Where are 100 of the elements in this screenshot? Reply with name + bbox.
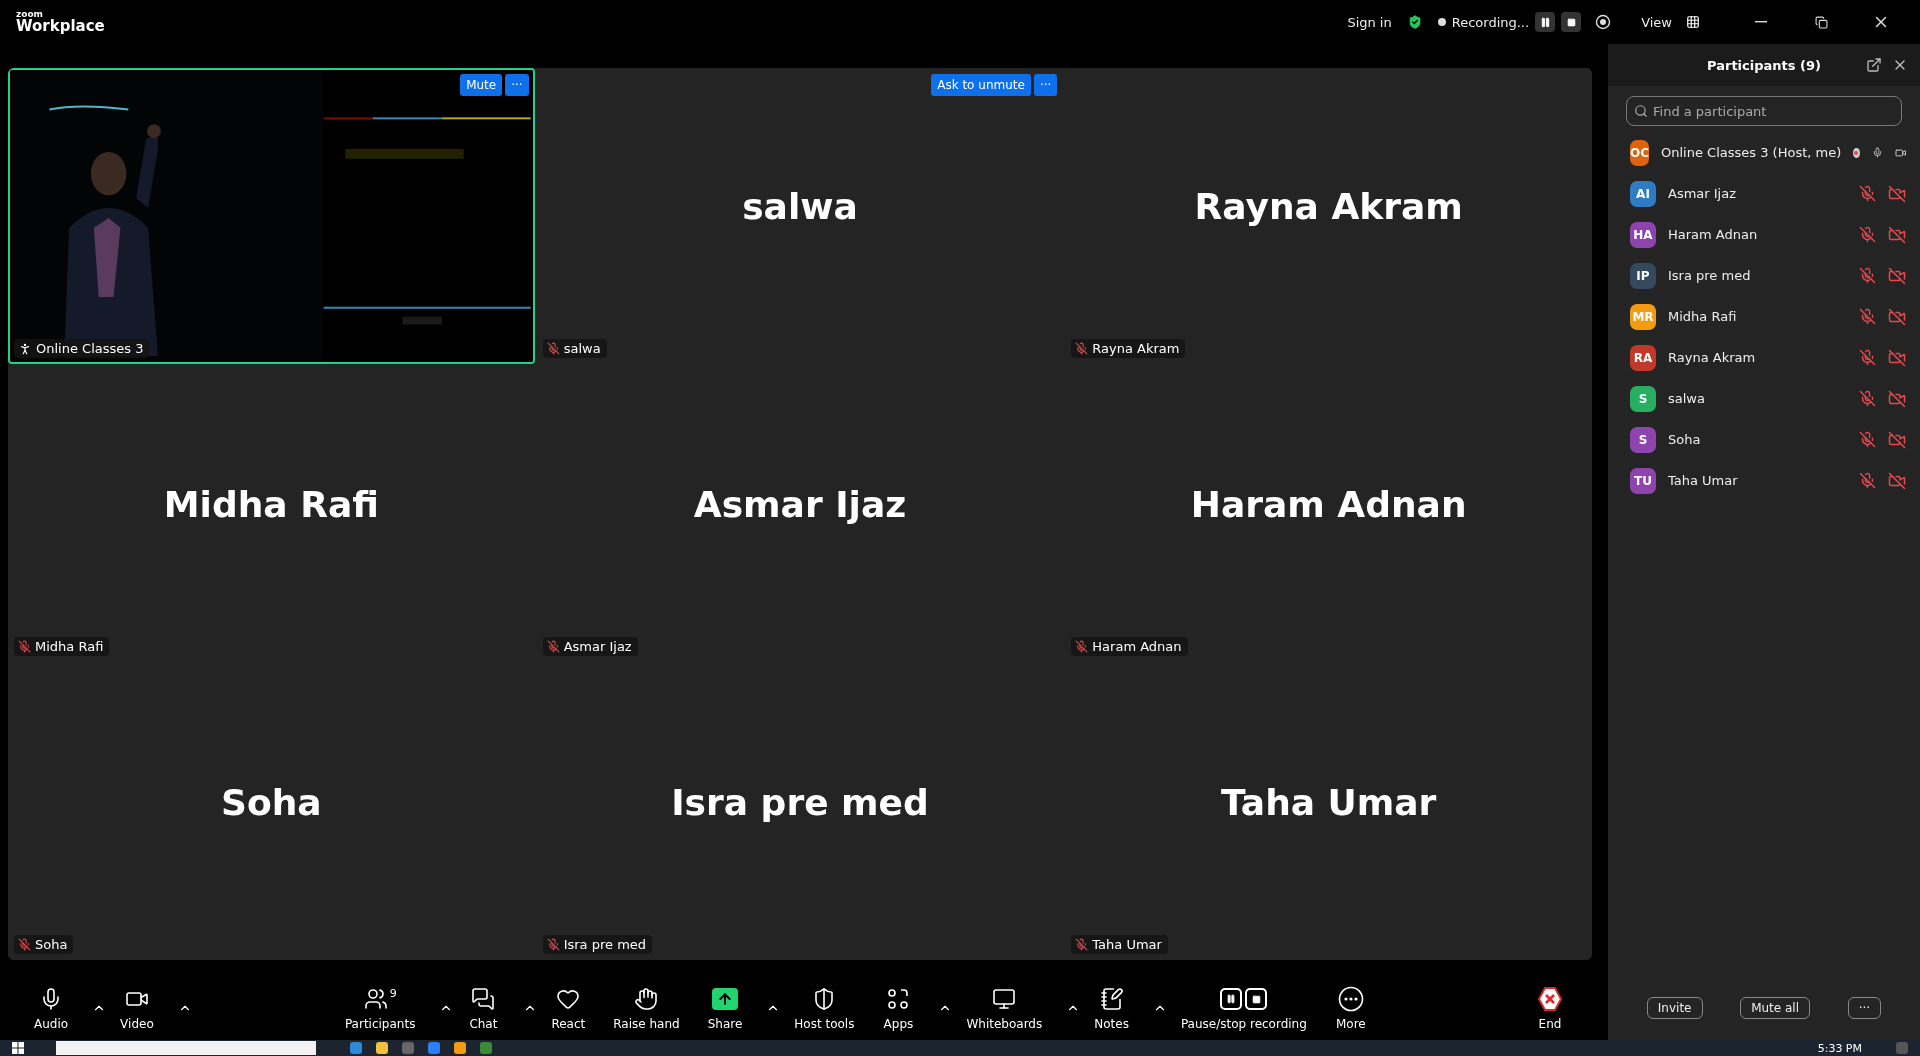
taskbar-clock: 5:33 PM (1817, 1042, 1862, 1054)
participant-count: 9 (389, 987, 397, 1000)
figure-icon (18, 341, 32, 356)
toolbar-button[interactable]: Notes (1080, 985, 1143, 1031)
people-icon (363, 987, 388, 1011)
participant-row[interactable]: RA Rayna Akram (1608, 337, 1920, 378)
participant-name: Asmar Ijaz (693, 483, 907, 525)
toolbar-button[interactable]: Audio (20, 985, 83, 1031)
pop-out-button[interactable] (1864, 55, 1884, 75)
panel-button[interactable]: Invite (1646, 997, 1703, 1019)
chat-icon (471, 987, 496, 1011)
toolbar-button[interactable]: React (537, 985, 600, 1031)
name-label: salwa (563, 341, 601, 356)
participant-row[interactable]: IP Isra pre med (1608, 255, 1920, 296)
participant-name: Midha Rafi (1668, 309, 1738, 324)
avatar: S (1630, 385, 1656, 412)
windows-logo-icon[interactable] (12, 1042, 24, 1054)
toolbar-button[interactable]: Video (106, 985, 168, 1031)
avatar: S (1630, 426, 1656, 453)
whiteboard-icon (992, 987, 1017, 1011)
participant-name: Taha Umar (1668, 473, 1739, 488)
avatar: HA (1630, 221, 1656, 248)
name-label: Asmar Ijaz (563, 639, 632, 654)
sign-in-link[interactable]: Sign in (1347, 14, 1392, 30)
stop-icon (1566, 17, 1576, 27)
pop-out-icon (1866, 57, 1882, 73)
participant-name: Isra pre med (1668, 268, 1752, 283)
participant-name: Asmar Ijaz (1668, 186, 1737, 201)
heart-icon (556, 987, 581, 1011)
participant-row[interactable]: S salwa (1608, 378, 1920, 419)
participant-name: Rayna Akram (1194, 185, 1463, 227)
panel-button[interactable]: Mute all (1740, 997, 1811, 1019)
toolbar-button[interactable]: 9 Participants (330, 985, 430, 1031)
name-label: Midha Rafi (35, 639, 104, 654)
end-button[interactable]: End (1520, 985, 1580, 1031)
taskbar-search-field[interactable] (56, 1041, 316, 1055)
panel-title: Participants (9) (1706, 57, 1822, 73)
toolbar-button[interactable]: Apps (868, 985, 929, 1031)
participant-row[interactable]: AI Asmar Ijaz (1608, 173, 1920, 214)
participant-name: Rayna Akram (1668, 350, 1757, 365)
toolbar-button[interactable]: Whiteboards (952, 985, 1057, 1031)
grid-icon (1686, 15, 1700, 29)
participant-name: Isra pre med (671, 781, 929, 823)
more-button[interactable]: ··· (1033, 74, 1058, 96)
avatar: RA (1630, 344, 1656, 371)
name-label: Rayna Akram (1092, 341, 1180, 356)
name-label: Isra pre med (563, 937, 647, 952)
tile-action-button[interactable]: Ask to unmute (931, 74, 1031, 96)
hand-icon (634, 987, 659, 1011)
participant-name: Haram Adnan (1668, 227, 1759, 242)
minimize-icon (1755, 21, 1767, 23)
avatar: TU (1630, 467, 1656, 494)
stop-button[interactable] (1561, 12, 1582, 32)
more-button[interactable]: ··· (1847, 997, 1882, 1019)
toolbar-button[interactable]: More (1320, 985, 1381, 1031)
recording-dot-icon (1437, 18, 1446, 26)
avatar: OC (1630, 139, 1649, 166)
participant-name: Haram Adnan (1190, 483, 1467, 525)
taskbar-app-icon[interactable] (454, 1042, 466, 1054)
restore-icon (1814, 15, 1828, 29)
participant-row[interactable]: S Soha (1608, 419, 1920, 460)
participant-row[interactable]: TU Taha Umar (1608, 460, 1920, 501)
participant-name: Midha Rafi (163, 483, 379, 525)
toolbar-button[interactable]: Pause/stop recording (1166, 985, 1321, 1031)
taskbar-app-icon[interactable] (480, 1042, 492, 1054)
search-field[interactable]: Find a participant (1626, 96, 1902, 126)
avatar: IP (1630, 262, 1656, 289)
participant-name: Soha (1668, 432, 1702, 447)
taskbar-app-icon[interactable] (428, 1042, 440, 1054)
notebook-icon (1099, 987, 1124, 1011)
participant-name: Taha Umar (1220, 781, 1437, 823)
pause-button[interactable] (1535, 12, 1556, 32)
toolbar-button[interactable]: Raise hand (599, 985, 694, 1031)
pause-icon (1539, 16, 1551, 28)
more-icon (1337, 986, 1364, 1012)
tile-action-button[interactable]: Mute (460, 74, 503, 96)
record-target-icon (1595, 14, 1612, 30)
taskbar-app-icon[interactable] (350, 1042, 362, 1054)
pause-stop-icon (1220, 988, 1268, 1010)
participant-name: Online Classes 3 (Host, me) (1661, 145, 1842, 160)
name-label: Haram Adnan (1092, 639, 1182, 654)
name-label: Soha (35, 937, 68, 952)
toolbar-button[interactable]: Share (693, 985, 757, 1031)
apps-icon (886, 987, 911, 1011)
search-icon (1634, 104, 1648, 118)
toolbar-button[interactable]: Host tools (780, 985, 869, 1031)
avatar: AI (1630, 180, 1656, 207)
participant-row[interactable]: OC Online Classes 3 (Host, me) (1608, 132, 1920, 173)
participant-name: Soha (221, 781, 322, 823)
view-button[interactable]: View (1641, 14, 1672, 30)
toolbar-button[interactable]: Chat (453, 985, 514, 1031)
avatar: MR (1630, 303, 1656, 330)
recording-status: Recording... (1451, 14, 1530, 30)
taskbar-app-icon[interactable] (376, 1042, 388, 1054)
participant-name: salwa (1668, 391, 1706, 406)
more-button[interactable]: ··· (505, 74, 529, 96)
participant-row[interactable]: HA Haram Adnan (1608, 214, 1920, 255)
name-label: Taha Umar (1092, 937, 1162, 952)
participant-name: salwa (742, 185, 858, 227)
participant-row[interactable]: MR Midha Rafi (1608, 296, 1920, 337)
